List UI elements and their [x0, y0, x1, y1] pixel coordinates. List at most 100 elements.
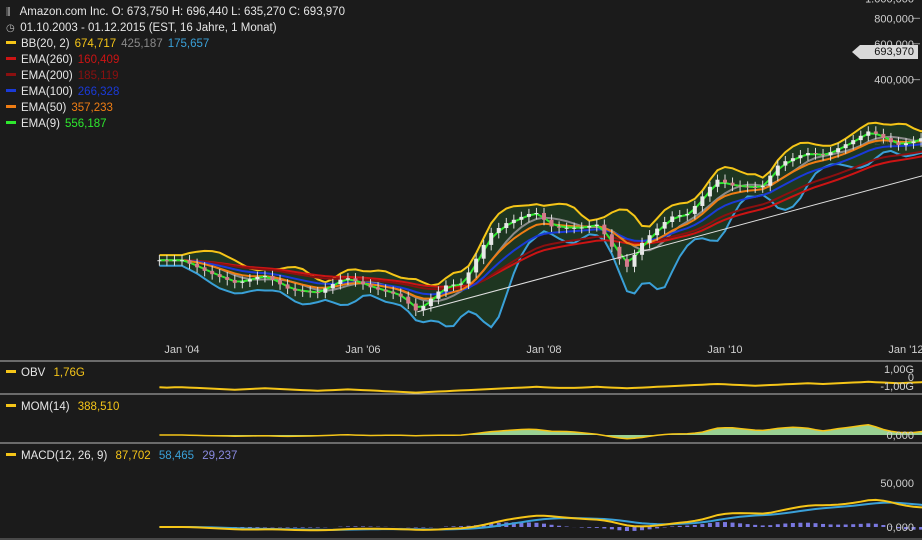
obv-line: [159, 380, 922, 394]
candle-body: [904, 143, 908, 146]
macd-hist-bar: [866, 523, 871, 527]
macd-hist-bar: [685, 525, 690, 527]
legend-value: 160,409: [77, 54, 120, 66]
candle-body: [888, 138, 893, 143]
macd-hist-bar: [851, 524, 856, 527]
legend-row-ema-200[interactable]: EMA(200) 185,119: [6, 69, 119, 83]
candle-body: [459, 283, 464, 285]
candle-body: [677, 215, 682, 217]
x-tick-label: Jan '08: [526, 344, 561, 356]
price-tick-label: 400,000: [874, 75, 914, 87]
candle-body: [602, 224, 607, 235]
legend-row-ema-260[interactable]: EMA(260) 160,409: [6, 53, 119, 67]
obv-label: OBV: [21, 367, 46, 379]
legend-swatch: [6, 41, 16, 45]
legend-swatch: [6, 57, 16, 61]
legend-row-ema-9[interactable]: EMA(9) 556,187: [6, 117, 107, 131]
macd-hist-bar: [670, 526, 675, 527]
legend-swatch: [6, 121, 16, 125]
mom-swatch: [6, 404, 16, 408]
candle-body: [225, 277, 230, 280]
candle-body: [511, 219, 516, 224]
candle-body: [255, 276, 260, 280]
mom-value: 388,510: [77, 401, 120, 413]
header-range: ◷ 01.10.2003 - 01.12.2015 (EST, 16 Jahre…: [6, 21, 277, 36]
candle-body: [655, 228, 660, 236]
legend-swatch: [6, 105, 16, 109]
macd-hist-bar: [753, 524, 758, 527]
macd-hist-bar: [738, 523, 743, 527]
candle-body: [753, 186, 758, 188]
macd-tick-label: 50,000: [880, 478, 914, 490]
macd-hist-bar: [579, 527, 584, 528]
macd-hist-bar: [813, 523, 818, 527]
candle-body: [406, 296, 411, 304]
candle-body: [881, 133, 886, 139]
macd-hist-bar: [345, 526, 350, 527]
legend-value: 175,657: [167, 38, 210, 50]
obv-legend[interactable]: OBV 1,76G: [6, 366, 85, 380]
mom-legend[interactable]: MOM(14) 388,510: [6, 400, 119, 414]
x-tick-label: Jan '04: [164, 344, 199, 356]
macd-hist-bar: [255, 527, 260, 528]
legend-label: BB(20, 2): [21, 38, 70, 50]
candle-body: [783, 161, 788, 166]
candle-body: [315, 292, 320, 294]
candle-body: [549, 219, 554, 227]
candle-body: [466, 272, 471, 284]
macd-hist-bar: [858, 523, 863, 527]
macd-label: MACD(12, 26, 9): [21, 450, 108, 462]
candle-body: [738, 185, 743, 187]
macd-hist-bar: [843, 524, 848, 527]
macd-hist-bar: [542, 523, 546, 527]
legend-row-ema-100[interactable]: EMA(100) 266,328: [6, 85, 119, 99]
bollinger-lower: [159, 149, 922, 329]
candle-body: [383, 289, 388, 292]
candle-body: [594, 224, 599, 227]
candle-body: [821, 154, 826, 156]
candle-body: [670, 216, 675, 223]
obv-value: 1,76G: [53, 367, 85, 379]
candle-body: [270, 275, 275, 281]
macd-hist-bar: [730, 522, 735, 527]
candle-body: [278, 280, 283, 285]
macd-hist-bar: [594, 527, 599, 528]
candle-body: [368, 284, 373, 288]
macd-hist-bar: [293, 527, 298, 528]
candle-body: [662, 222, 667, 229]
macd-hist-bar: [451, 526, 456, 527]
candle-body: [647, 235, 652, 243]
last-price-tag: 693,970: [852, 45, 918, 59]
candle-body: [828, 152, 833, 156]
obv-tick-label: -1,00G: [880, 381, 914, 393]
candle-body: [285, 284, 290, 289]
candle-body: [240, 281, 245, 283]
candle-body: [640, 242, 645, 255]
candle-body: [896, 142, 901, 146]
macd-hist-bar: [821, 523, 826, 527]
legend-row-bb-20-2[interactable]: BB(20, 2) 674,717 425,187 175,657: [6, 37, 209, 51]
macd-legend[interactable]: MACD(12, 26, 9) 87,702 58,465 29,237: [6, 449, 237, 463]
candle-body: [700, 196, 705, 206]
candle-body: [587, 226, 592, 228]
candle-body: [851, 140, 856, 145]
macd-hist-value: 29,237: [202, 450, 238, 462]
candle-body: [353, 278, 358, 282]
candle-body: [798, 155, 803, 159]
candle-body: [262, 275, 267, 277]
macd-hist-bar: [677, 525, 682, 527]
macd-hist-bar: [557, 525, 562, 527]
candle-body: [308, 291, 313, 293]
price-tick-label: 800,000: [874, 13, 914, 25]
macd-hist-bar: [361, 526, 365, 527]
macd-hist-bar: [873, 523, 878, 527]
macd-hist-bar: [300, 527, 305, 528]
symbol-ohlc-text: Amazon.com Inc. O: 673,750 H: 696,440 L:…: [19, 6, 345, 18]
candle-body: [911, 141, 916, 144]
legend-row-ema-50[interactable]: EMA(50) 357,233: [6, 101, 113, 115]
macd-hist-bar: [353, 526, 358, 527]
candle-body: [557, 226, 562, 228]
x-tick-label: Jan '12: [888, 344, 922, 356]
chart-type-icon[interactable]: ⫼: [6, 6, 17, 20]
legend-value: 556,187: [64, 118, 107, 130]
